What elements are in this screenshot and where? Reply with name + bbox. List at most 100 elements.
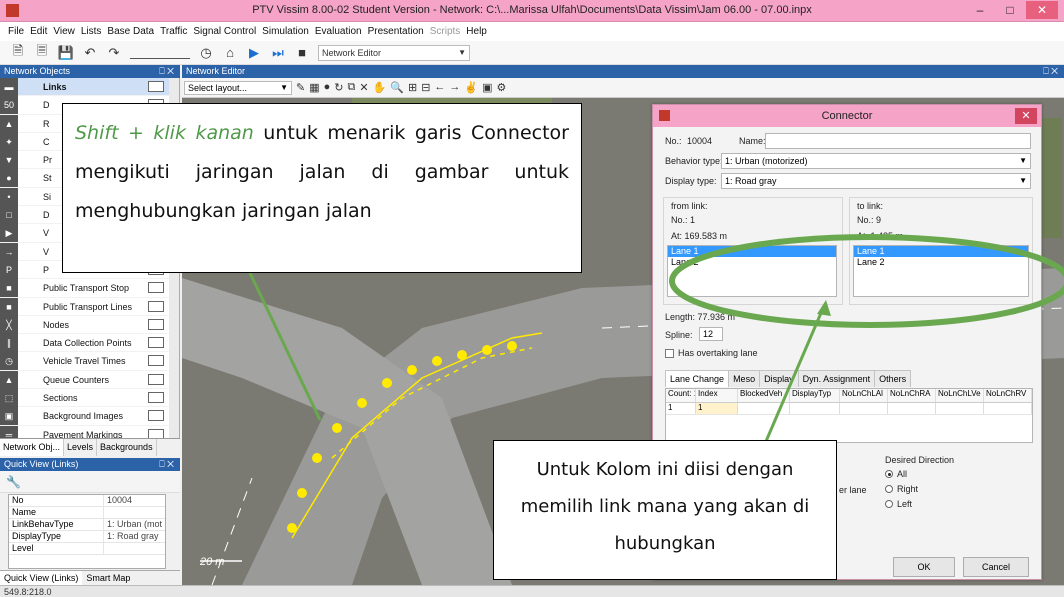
grid-cell[interactable]: 1 — [696, 403, 738, 414]
tab-2[interactable]: Backgrounds — [97, 439, 157, 456]
pan-icon[interactable]: ✋ — [373, 81, 387, 94]
minimize-button[interactable]: – — [966, 1, 994, 19]
from-lane-list[interactable]: Lane 1 Lane 2 — [667, 245, 837, 297]
quick-view-pin-icon[interactable]: ⎕ ✕ — [159, 458, 174, 471]
list-item[interactable]: ═ Pavement Markings — [0, 425, 179, 438]
name-field[interactable] — [765, 133, 1031, 149]
connector-point[interactable] — [287, 523, 297, 533]
behavior-type-select[interactable]: 1: Urban (motorized) ▼ — [721, 153, 1031, 169]
grid-cell[interactable] — [984, 403, 1032, 414]
menu-item-simulation[interactable]: Simulation — [262, 26, 309, 37]
menu-item-file[interactable]: File — [8, 26, 24, 37]
grid-column-header[interactable]: NoLnChRV — [984, 389, 1032, 402]
settings-icon[interactable]: ⚙ — [497, 81, 507, 94]
connector-point[interactable] — [297, 488, 307, 498]
redo-icon[interactable]: ↷ — [106, 45, 122, 61]
menu-item-help[interactable]: Help — [466, 26, 487, 37]
grid-cell[interactable] — [888, 403, 936, 414]
connector-point[interactable] — [382, 378, 392, 388]
display-type-select[interactable]: 1: Road gray ▼ — [721, 173, 1031, 189]
connector-point[interactable] — [332, 423, 342, 433]
back-icon[interactable]: ← — [434, 81, 445, 94]
list-item[interactable]: ╳ Nodes — [0, 315, 179, 335]
direction-right-radio[interactable] — [885, 485, 893, 493]
visibility-toggle[interactable] — [148, 373, 164, 385]
attribute-value[interactable]: 10004 — [104, 495, 165, 506]
panel-pin-icon[interactable]: ⎕ ✕ — [159, 65, 174, 78]
lane-item[interactable]: Lane 1 — [854, 246, 1028, 257]
grid-column-header[interactable]: NoLnChRA — [888, 389, 936, 402]
attribute-value[interactable]: 1: Road gray — [104, 531, 165, 542]
table-row[interactable]: LinkBehavType 1: Urban (mot — [9, 519, 165, 531]
connector-tab-2[interactable]: Display — [759, 370, 799, 387]
delete-icon[interactable]: ✕ — [359, 81, 368, 94]
open-file-icon[interactable]: 🗏 — [34, 43, 50, 61]
save-icon[interactable]: 💾 — [58, 45, 74, 61]
forward-icon[interactable]: → — [449, 81, 460, 94]
lane-item[interactable]: Lane 2 — [854, 257, 1028, 268]
direction-left-radio[interactable] — [885, 500, 893, 508]
spline-field[interactable]: 12 — [699, 327, 723, 341]
zoom-extent-icon[interactable]: ⊞ — [408, 81, 417, 94]
table-row[interactable]: Name — [9, 507, 165, 519]
screenshot-icon[interactable]: ▣ — [482, 81, 492, 94]
grid-cell[interactable] — [738, 403, 790, 414]
speed-icon[interactable]: ◷ — [198, 45, 214, 61]
connector-point[interactable] — [482, 345, 492, 355]
lane-item[interactable]: Lane 1 — [668, 246, 836, 257]
hand-icon[interactable]: ✌ — [464, 81, 478, 94]
visibility-toggle[interactable] — [148, 282, 164, 294]
connector-point[interactable] — [457, 350, 467, 360]
direction-all-radio[interactable] — [885, 470, 893, 478]
grid-cell[interactable] — [790, 403, 840, 414]
layout-select[interactable]: Select layout... ▼ — [184, 81, 292, 95]
dialog-close-button[interactable]: ✕ — [1015, 108, 1037, 124]
attribute-value[interactable] — [104, 543, 165, 554]
menu-item-traffic[interactable]: Traffic — [160, 26, 187, 37]
connector-tab-1[interactable]: Meso — [728, 370, 761, 387]
visibility-toggle[interactable] — [148, 337, 164, 349]
grid-column-header[interactable]: NoLnChLAl — [840, 389, 888, 402]
menu-item-scripts[interactable]: Scripts — [430, 26, 461, 37]
tab-0[interactable]: Network Obj... — [0, 439, 65, 456]
list-item[interactable]: ▲ Queue Counters — [0, 370, 179, 390]
connector-point[interactable] — [312, 453, 322, 463]
connector-tab-3[interactable]: Dyn. Assignment — [797, 370, 876, 387]
step-icon[interactable]: ⏭ — [270, 45, 286, 61]
menu-item-signal-control[interactable]: Signal Control — [193, 26, 256, 37]
grid-icon[interactable]: ▦ — [309, 81, 319, 94]
zoom-window-icon[interactable]: ⊟ — [421, 81, 430, 94]
visibility-toggle[interactable] — [148, 392, 164, 404]
grid-cell[interactable] — [840, 403, 888, 414]
close-button[interactable]: ✕ — [1026, 1, 1058, 19]
ok-button[interactable]: OK — [893, 557, 955, 577]
grid-cell[interactable] — [936, 403, 984, 414]
grid-column-header[interactable]: DisplayTyp — [790, 389, 840, 402]
list-item[interactable]: ■ Public Transport Stop — [0, 279, 179, 298]
editor-select[interactable]: Network Editor ▼ — [318, 44, 470, 61]
list-item[interactable]: ⬚ Sections — [0, 389, 179, 408]
to-lane-list[interactable]: Lane 1 Lane 2 — [853, 245, 1029, 297]
menu-item-evaluation[interactable]: Evaluation — [315, 26, 362, 37]
menu-item-base-data[interactable]: Base Data — [107, 26, 154, 37]
new-file-icon[interactable]: 🗎 — [10, 43, 26, 61]
grid-column-header[interactable]: Count: 1 — [666, 389, 696, 402]
menu-item-presentation[interactable]: Presentation — [368, 26, 424, 37]
connector-point[interactable] — [432, 356, 442, 366]
attribute-value[interactable] — [104, 507, 165, 518]
grid-column-header[interactable]: Index — [696, 389, 738, 402]
play-icon[interactable]: ▶ — [246, 45, 262, 61]
grid-column-header[interactable]: NoLnChLVe — [936, 389, 984, 402]
edit-icon[interactable]: ✎ — [296, 81, 305, 94]
connector-tab-0[interactable]: Lane Change — [665, 370, 730, 387]
overtaking-checkbox[interactable] — [665, 349, 674, 358]
menu-item-view[interactable]: View — [53, 26, 75, 37]
copy-icon[interactable]: ⧉ — [348, 81, 356, 94]
list-item[interactable]: ◷ Vehicle Travel Times — [0, 352, 179, 371]
connector-point[interactable] — [507, 341, 517, 351]
stop-icon[interactable]: ■ — [294, 45, 310, 61]
list-item[interactable]: ∥ Data Collection Points — [0, 334, 179, 353]
rotate-icon[interactable]: ↻ — [334, 81, 343, 94]
visibility-toggle[interactable] — [148, 81, 164, 92]
connector-point[interactable] — [407, 365, 417, 375]
